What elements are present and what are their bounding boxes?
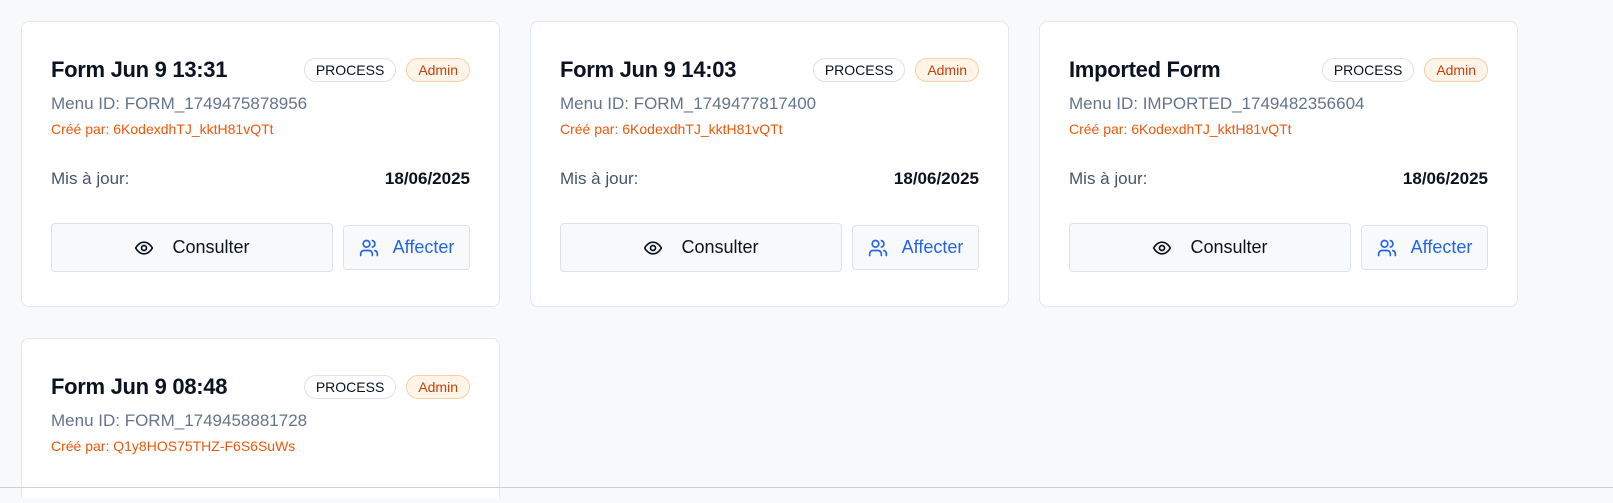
view-button[interactable]: Consulter [1069,223,1351,272]
viewport-edge-divider [0,487,1613,488]
card-header: Form Jun 9 14:03 PROCESS Admin [560,55,979,85]
view-button[interactable]: Consulter [560,223,842,272]
type-badge: PROCESS [812,58,906,82]
updated-date: 18/06/2025 [1402,169,1488,188]
assign-button-label: Affecter [1410,237,1473,257]
eye-icon [1152,238,1172,258]
menu-id: Menu ID: FORM_1749477817400 [560,94,817,113]
type-badge: PROCESS [303,58,397,82]
card-actions: Consulter Affecter [1069,223,1488,272]
assign-button[interactable]: Affecter [1361,225,1488,270]
view-button-label: Consulter [681,237,759,257]
form-card-grid: Form Jun 9 13:31 PROCESS Admin Menu ID: … [21,21,1518,498]
form-card: Imported Form PROCESS Admin Menu ID: IMP… [1039,21,1518,307]
updated-row: Mis à jour: 18/06/2025 [51,167,470,191]
updated-row: Mis à jour: 18/06/2025 [1069,167,1488,191]
view-button-label: Consulter [1190,237,1268,257]
eye-icon [134,238,154,258]
menu-id: Menu ID: IMPORTED_1749482356604 [1069,94,1365,113]
assign-button-label: Affecter [901,237,964,257]
form-card: Form Jun 9 13:31 PROCESS Admin Menu ID: … [21,21,500,307]
role-badge: Admin [915,58,979,82]
assign-button-label: Affecter [392,237,455,257]
created-by: Créé par: 6KodexdhTJ_kktH81vQTt [51,121,274,137]
created-by: Créé par: 6KodexdhTJ_kktH81vQTt [560,121,783,137]
menu-id: Menu ID: FORM_1749458881728 [51,411,308,430]
view-button[interactable]: Consulter [51,223,333,272]
users-icon [359,238,379,258]
card-title: Form Jun 9 14:03 [560,57,737,82]
updated-label: Mis à jour: [51,169,130,188]
card-title: Form Jun 9 13:31 [51,57,228,82]
type-badge: PROCESS [1321,58,1415,82]
card-header: Form Jun 9 08:48 PROCESS Admin [51,372,470,402]
users-icon [1377,238,1397,258]
created-by: Créé par: 6KodexdhTJ_kktH81vQTt [1069,121,1292,137]
updated-label: Mis à jour: [560,169,639,188]
card-actions: Consulter Affecter [51,223,470,272]
updated-label: Mis à jour: [1069,169,1148,188]
menu-id: Menu ID: FORM_1749475878956 [51,94,308,113]
updated-date: 18/06/2025 [893,169,979,188]
assign-button[interactable]: Affecter [852,225,979,270]
assign-button[interactable]: Affecter [343,225,470,270]
updated-row: Mis à jour: 18/06/2025 [560,167,979,191]
card-header: Imported Form PROCESS Admin [1069,55,1488,85]
card-header: Form Jun 9 13:31 PROCESS Admin [51,55,470,85]
view-button-label: Consulter [172,237,250,257]
form-card: Form Jun 9 14:03 PROCESS Admin Menu ID: … [530,21,1009,307]
created-by: Créé par: Q1y8HOS75THZ-F6S6SuWs [51,438,296,454]
users-icon [868,238,888,258]
card-actions: Consulter Affecter [560,223,979,272]
role-badge: Admin [406,58,470,82]
card-title: Form Jun 9 08:48 [51,374,228,399]
role-badge: Admin [406,375,470,399]
updated-date: 18/06/2025 [384,169,470,188]
form-card: Form Jun 9 08:48 PROCESS Admin Menu ID: … [21,338,500,498]
card-title: Imported Form [1069,57,1221,82]
role-badge: Admin [1424,58,1488,82]
eye-icon [643,238,663,258]
type-badge: PROCESS [303,375,397,399]
